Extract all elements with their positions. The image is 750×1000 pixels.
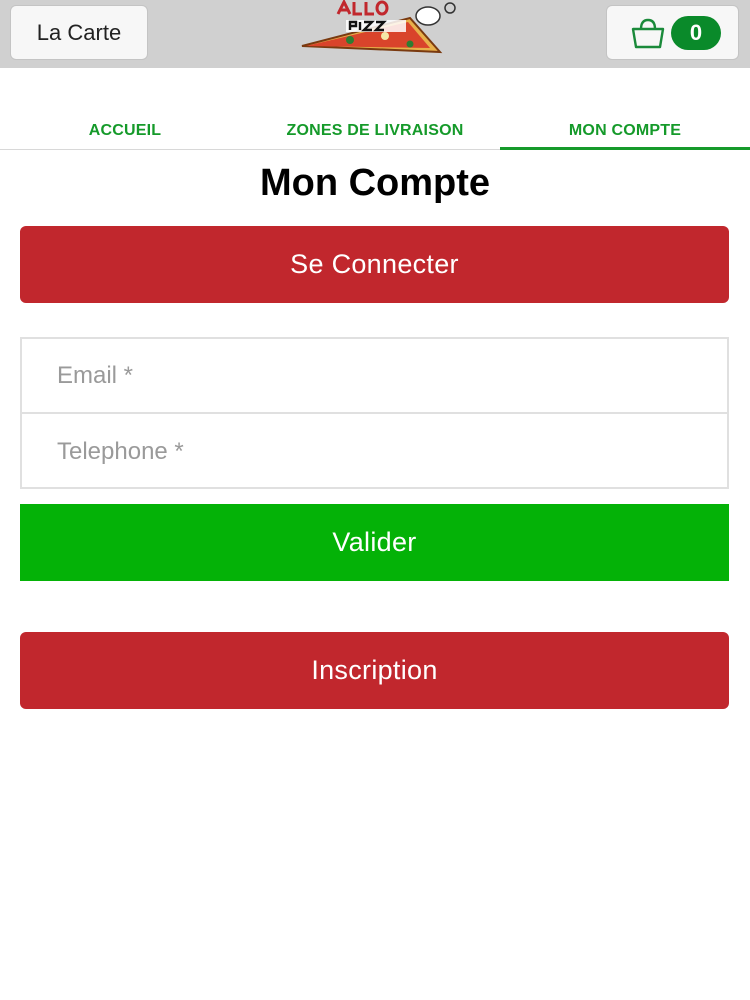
page-title: Mon Compte <box>259 162 491 204</box>
menu-button[interactable]: La Carte <box>10 5 148 60</box>
top-bar: La Carte 0 <box>0 0 750 68</box>
pizza-logo[interactable] <box>290 0 460 68</box>
nav-tabs: ACCUEIL ZONES DE LIVRAISON MON COMPTE <box>0 114 750 150</box>
cart-count-badge: 0 <box>671 15 721 50</box>
shopping-bag-icon <box>631 18 665 48</box>
tab-delivery-zones[interactable]: ZONES DE LIVRAISON <box>250 114 500 148</box>
login-form <box>20 337 729 489</box>
tab-home[interactable]: ACCUEIL <box>0 114 250 148</box>
validate-button[interactable]: Valider <box>20 504 729 581</box>
cart-button[interactable]: 0 <box>606 5 739 60</box>
phone-field[interactable] <box>22 414 727 489</box>
pizza-logo-image <box>301 0 456 54</box>
tab-my-account[interactable]: MON COMPTE <box>500 114 750 150</box>
register-button[interactable]: Inscription <box>20 632 729 709</box>
email-field[interactable] <box>22 339 727 414</box>
login-button[interactable]: Se Connecter <box>20 226 729 303</box>
